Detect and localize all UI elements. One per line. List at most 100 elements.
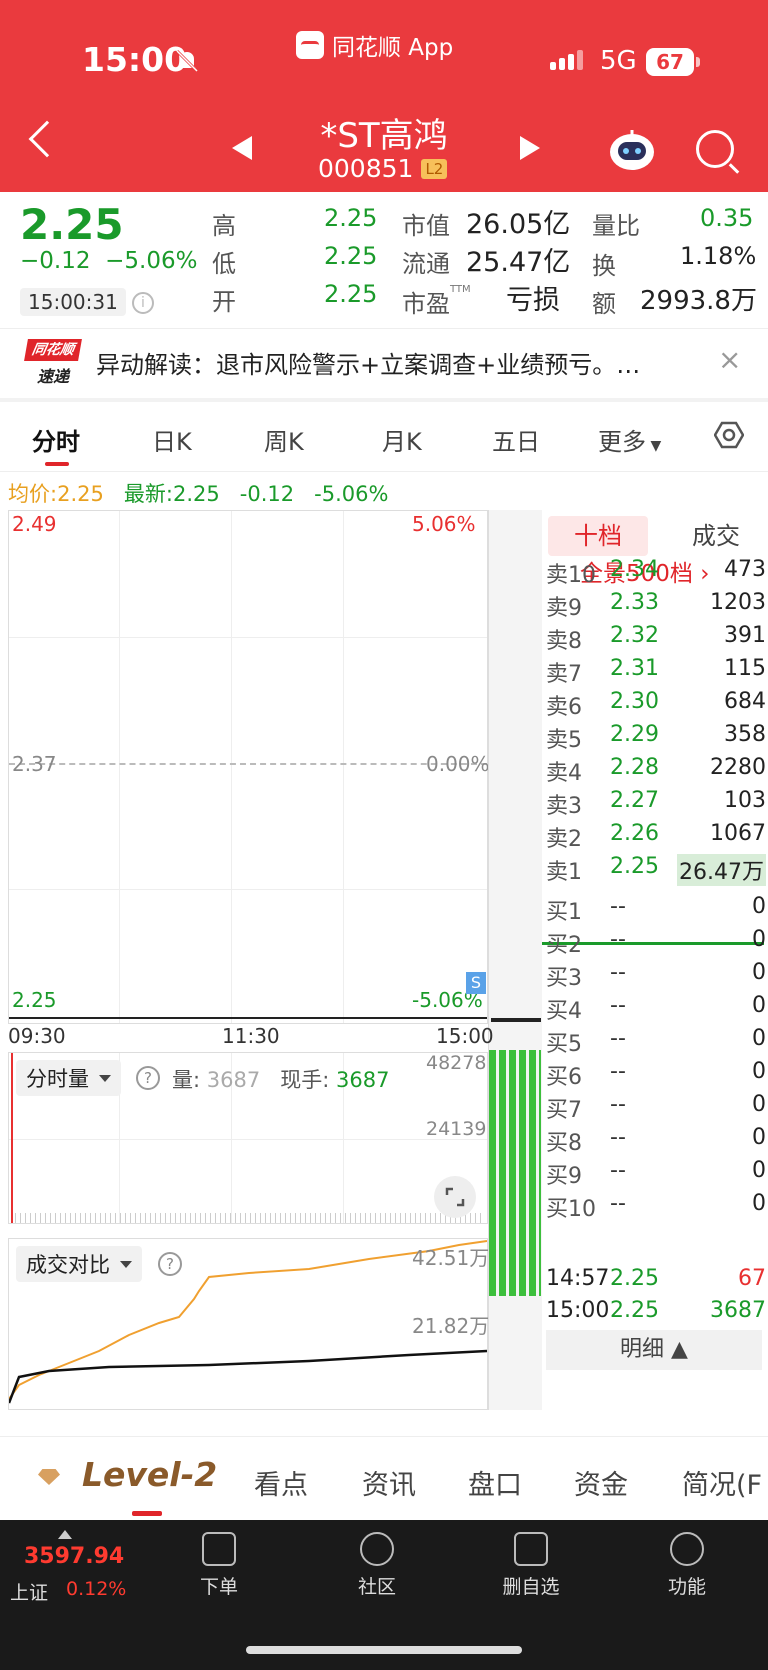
ask-volume: 473 — [724, 557, 766, 582]
ask-price: 2.32 — [610, 623, 659, 648]
ask-row: 卖7 2.31 115 — [546, 656, 766, 691]
bid-volume: 0 — [752, 1158, 766, 1183]
bell-muted-icon — [175, 49, 199, 73]
index-value[interactable]: 3597.94 — [24, 1544, 124, 1569]
robot-assistant-icon[interactable] — [608, 128, 656, 172]
network-type: 5G — [600, 46, 637, 76]
chevron-down-icon — [99, 1074, 111, 1082]
document-icon — [202, 1532, 236, 1566]
home-indicator — [246, 1646, 522, 1654]
low-label: 低 — [212, 250, 236, 278]
info-icon[interactable]: i — [132, 292, 154, 314]
index-name: 上证 — [10, 1582, 49, 1604]
bid-volume: 0 — [752, 927, 766, 952]
bid-label: 买3 — [546, 966, 582, 991]
fullscreen-icon[interactable] — [434, 1176, 476, 1218]
ask-row: 卖3 2.27 103 — [546, 788, 766, 823]
ask-price: 2.30 — [610, 689, 659, 714]
tab-trades[interactable]: 成交 — [666, 516, 766, 556]
bid-label: 买4 — [546, 999, 582, 1024]
detail-toggle[interactable]: 明细 ▲ — [546, 1330, 762, 1370]
tab-weekly-k[interactable]: 周K — [264, 422, 304, 457]
ask-volume: 115 — [724, 656, 766, 681]
volume-selector[interactable]: 分时量 — [16, 1060, 121, 1096]
bid-price: -- — [610, 894, 626, 919]
minus-box-icon — [514, 1532, 548, 1566]
search-icon[interactable] — [696, 130, 734, 168]
trade-label: 14:57 — [546, 1266, 610, 1291]
bottom-tabs: Level-2 看点 资讯 盘口 资金 简况(F — [0, 1436, 768, 1518]
ask-volume: 358 — [724, 722, 766, 747]
bid-price: -- — [610, 1158, 626, 1183]
minute-chart[interactable] — [8, 510, 488, 1024]
bid-price: -- — [610, 960, 626, 985]
auction-strip — [488, 510, 542, 1410]
tab-minute[interactable]: 分时 — [32, 422, 80, 457]
functions-button[interactable]: 功能 — [642, 1532, 732, 1599]
ask-label: 卖10 — [546, 563, 596, 588]
ask-price: 2.27 — [610, 788, 659, 813]
order-button[interactable]: 下单 — [174, 1532, 264, 1599]
tab-active-indicator — [45, 462, 69, 466]
menu-icon — [670, 1532, 704, 1566]
ask-volume: 1203 — [710, 590, 766, 615]
trade-price: 2.25 — [610, 1266, 659, 1291]
tab-ten-levels[interactable]: 十档 — [548, 516, 648, 556]
bid-label: 买1 — [546, 900, 582, 925]
bid-price: -- — [610, 1092, 626, 1117]
tab-daily-k[interactable]: 日K — [152, 422, 192, 457]
bid-row: 买10 -- 0 — [546, 1191, 766, 1226]
bid-label: 买7 — [546, 1098, 582, 1123]
news-banner[interactable]: 同花顺 速递 异动解读：退市风险警示+立案调查+业绩预亏。… × — [0, 328, 768, 398]
tab-profile[interactable]: 简况(F — [682, 1463, 768, 1502]
tab-five-day[interactable]: 五日 — [492, 422, 540, 457]
bid-volume: 0 — [752, 960, 766, 985]
remove-watchlist-button[interactable]: 删自选 — [486, 1532, 576, 1599]
pct-top-label: 5.06% — [412, 512, 476, 536]
time-axis-end: 15:00 — [436, 1024, 494, 1048]
ask-row: 卖2 2.26 1067 — [546, 821, 766, 856]
tab-news[interactable]: 资讯 — [362, 1463, 416, 1502]
community-button[interactable]: 社区 — [332, 1532, 422, 1599]
tab-monthly-k[interactable]: 月K — [382, 422, 422, 457]
bid-volume: 0 — [752, 993, 766, 1018]
trade-volume: 3687 — [710, 1298, 766, 1323]
ask-row: 卖6 2.30 684 — [546, 689, 766, 724]
next-stock-icon[interactable] — [520, 136, 540, 160]
ask-row: 卖10 2.34 473 — [546, 557, 766, 592]
ask-volume: 391 — [724, 623, 766, 648]
bid-row: 买7 -- 0 — [546, 1092, 766, 1127]
vol-readout: 量: 3687 现手: 3687 — [172, 1068, 390, 1092]
auction-volume-bars — [489, 1050, 541, 1296]
tab-highlights[interactable]: 看点 — [254, 1463, 308, 1502]
tab-funds[interactable]: 资金 — [574, 1463, 628, 1502]
bid-row: 买3 -- 0 — [546, 960, 766, 995]
ask-volume: 1067 — [710, 821, 766, 846]
news-text: 异动解读：退市风险警示+立案调查+业绩预亏。… — [96, 351, 641, 379]
stock-code: 000851 L2 — [318, 154, 448, 183]
compare-selector[interactable]: 成交对比 — [16, 1246, 142, 1282]
bid-row: 买5 -- 0 — [546, 1026, 766, 1061]
vol-y-mid: 24139 — [426, 1118, 487, 1140]
volume-bar-open — [11, 1053, 13, 1223]
level2-badge: L2 — [421, 158, 448, 179]
bid-row: 买6 -- 0 — [546, 1059, 766, 1094]
close-icon[interactable]: × — [718, 343, 741, 376]
ask-price: 2.31 — [610, 656, 659, 681]
trade-label: 15:00 — [546, 1298, 610, 1323]
chart-tabs: 分时 日K 周K 月K 五日 更多 ▼ — [0, 402, 768, 472]
ask-row: 卖9 2.33 1203 — [546, 590, 766, 625]
settings-icon[interactable] — [714, 420, 744, 450]
app-indicator: 同花顺 App — [296, 28, 453, 62]
tab-level2[interactable]: Level-2 — [82, 1455, 217, 1494]
help-icon[interactable]: ? — [158, 1252, 182, 1276]
ask-row: 卖5 2.29 358 — [546, 722, 766, 757]
ask-label: 卖2 — [546, 827, 582, 852]
tab-order-flow[interactable]: 盘口 — [468, 1463, 522, 1502]
bid-row: 买8 -- 0 — [546, 1125, 766, 1160]
help-icon[interactable]: ? — [136, 1066, 160, 1090]
sell-signal-badge[interactable]: S — [466, 972, 486, 994]
bid-price: -- — [610, 1191, 626, 1216]
tab-more[interactable]: 更多 ▼ — [598, 422, 661, 457]
bid-label: 买9 — [546, 1164, 582, 1189]
